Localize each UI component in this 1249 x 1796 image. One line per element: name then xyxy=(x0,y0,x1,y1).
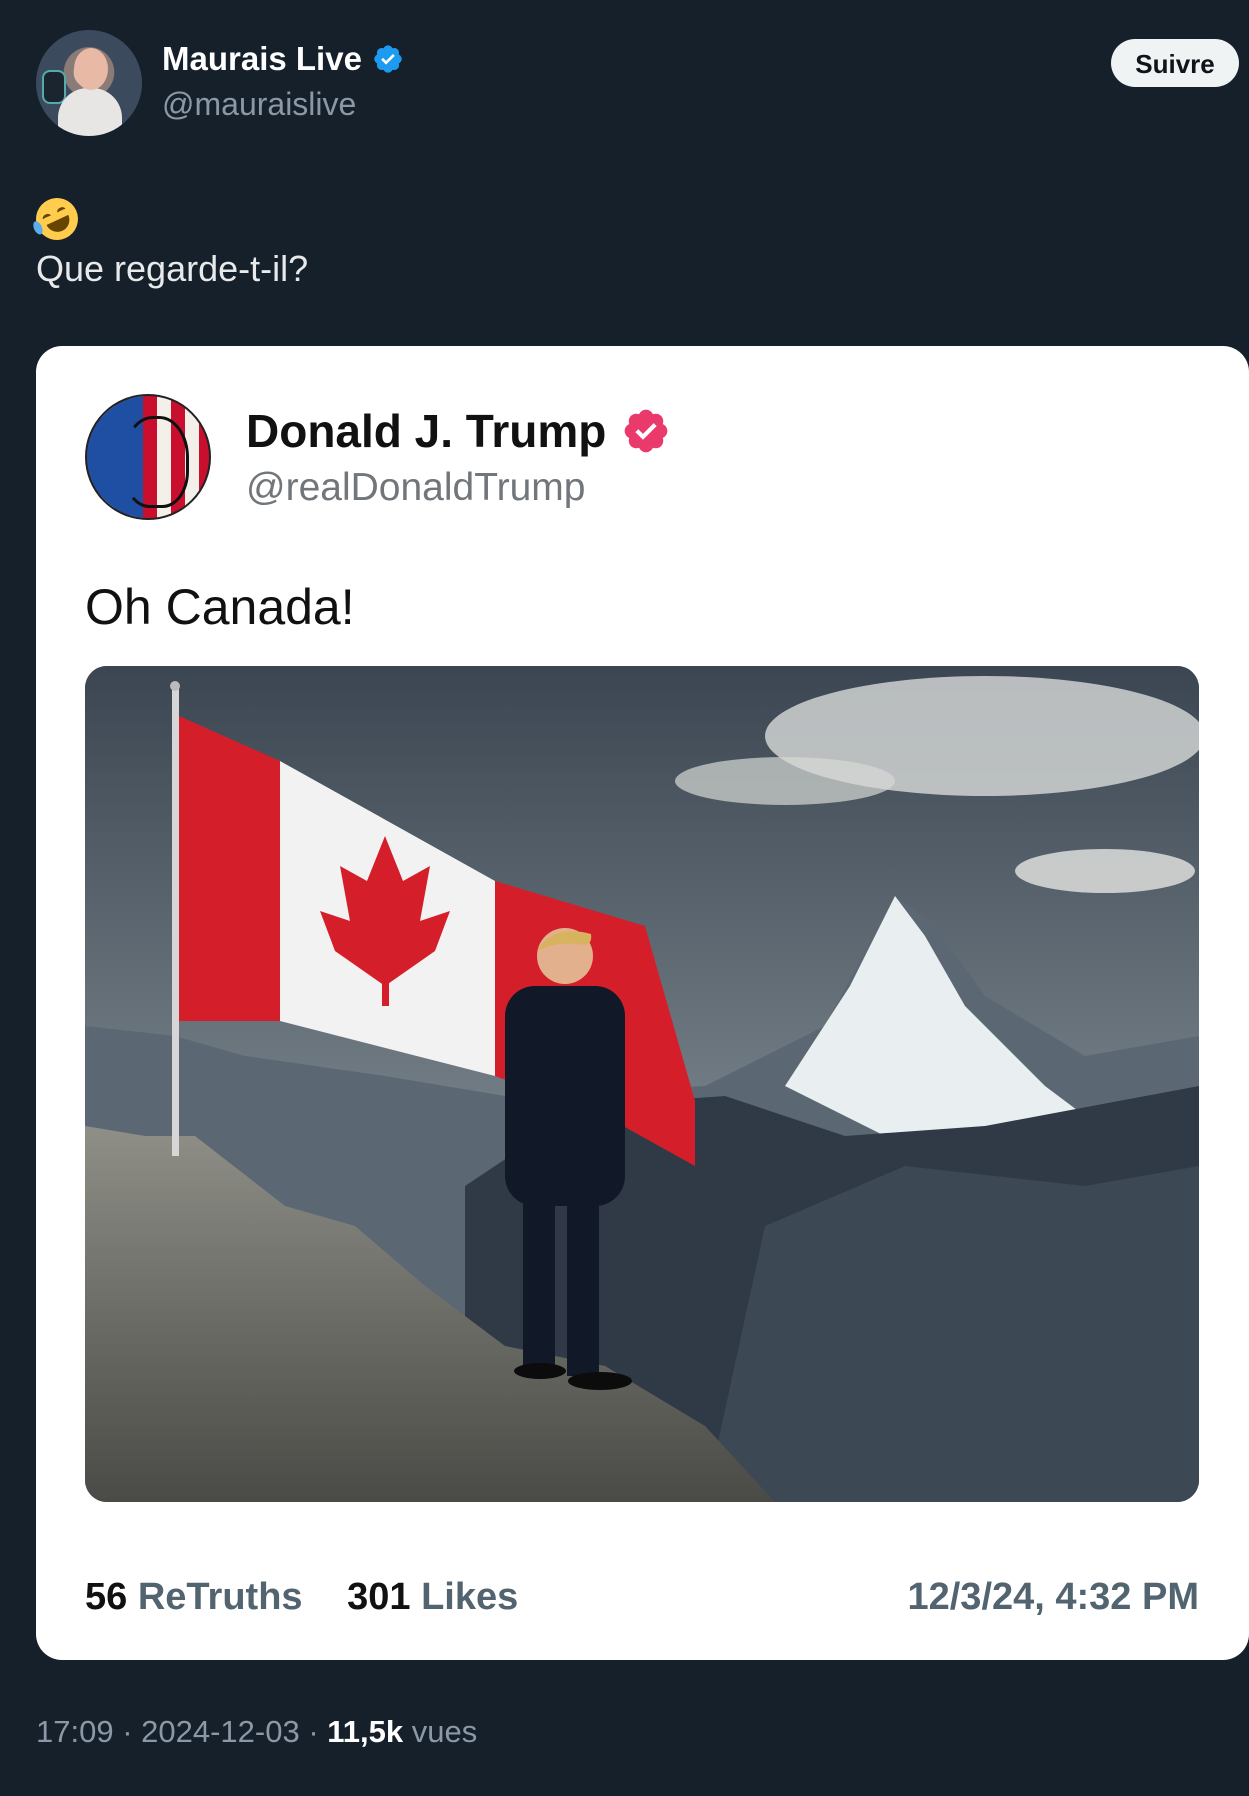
quoted-author-display-name[interactable]: Donald J. Trump xyxy=(246,404,606,458)
likes-label: Likes xyxy=(421,1576,519,1618)
quoted-author-name-row: Donald J. Trump xyxy=(246,404,671,458)
author-name-row: Maurais Live xyxy=(162,40,404,78)
author-avatar[interactable] xyxy=(36,30,142,136)
author-handle[interactable]: @mauraislive xyxy=(162,86,356,123)
retruths-stat[interactable]: 56 ReTruths xyxy=(85,1576,303,1619)
tweet-date[interactable]: 2024-12-03 xyxy=(141,1714,300,1749)
views-label: vues xyxy=(411,1714,478,1749)
quoted-author-avatar[interactable] xyxy=(85,394,211,520)
microphone-icon xyxy=(42,70,66,104)
follow-button[interactable]: Suivre xyxy=(1111,39,1239,87)
post-stats: 56 ReTruths 301 Likes xyxy=(85,1576,552,1619)
post-image[interactable] xyxy=(85,666,1199,1502)
canada-flag-mountain-illustration xyxy=(85,666,1199,1502)
verified-badge-icon xyxy=(624,409,668,453)
retruths-label: ReTruths xyxy=(137,1576,303,1618)
views-count: 11,5k xyxy=(327,1714,404,1749)
verified-badge-icon xyxy=(374,45,403,73)
meta-separator: · xyxy=(299,1714,328,1749)
rolling-on-floor-laughing-emoji-icon xyxy=(29,191,85,247)
likes-stat[interactable]: 301 Likes xyxy=(347,1576,518,1619)
quoted-post-card[interactable]: Donald J. Trump @realDonaldTrump Oh Cana… xyxy=(36,346,1249,1660)
quoted-post-datetime: 12/3/24, 4:32 PM xyxy=(907,1576,1199,1618)
likes-count: 301 xyxy=(347,1576,411,1618)
tweet-time[interactable]: 17:09 xyxy=(36,1714,114,1749)
retruths-count: 56 xyxy=(85,1576,128,1618)
tweet-meta: 17:09 · 2024-12-03 · 11,5k vues xyxy=(36,1714,477,1750)
quoted-author-handle[interactable]: @realDonaldTrump xyxy=(246,466,585,510)
author-display-name[interactable]: Maurais Live xyxy=(162,40,362,78)
quoted-post-text: Oh Canada! xyxy=(85,579,355,635)
meta-separator: · xyxy=(113,1714,142,1749)
tweet-text: Que regarde-t-il? xyxy=(36,248,309,289)
tweet-header: Maurais Live @mauraislive Suivre xyxy=(36,30,1239,140)
